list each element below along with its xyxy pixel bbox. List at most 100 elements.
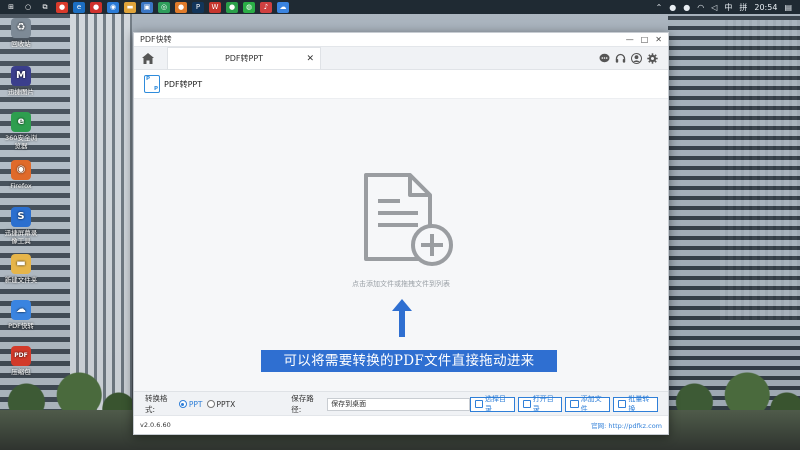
desktop-icon-label: 迅捷屏幕录像工具 [4,229,38,245]
file-drop-zone[interactable]: 点击添加文件或拖拽文件到列表 可以将需要转换的PDF文件直接拖动进来 [134,99,668,391]
desktop-icon[interactable]: S 迅捷屏幕录像工具 [2,207,40,245]
batch-convert-label: 批量转换 [628,395,650,413]
folder-select-icon [474,400,483,408]
convert-icon [618,400,627,408]
desktop-app-icon: ◉ [11,160,31,180]
app-wechat-icon[interactable]: ◍ [243,1,255,13]
taskbar: ⊞ ○ ⧉ ● e ● ◉ ▬ ▣ ◎ ● P W ● ◍ ♪ ☁ ⌃ ● ● ◠ ◁ 中 拼 20:54 ▤ [0,0,800,14]
tray-chevron-icon[interactable]: ⌃ [656,3,663,12]
pdf-icon-letter-top: P [146,76,151,82]
instruction-banner: 可以将需要转换的PDF文件直接拖动进来 [261,350,557,372]
desktop-app-icon: M [11,66,31,86]
app-music-icon[interactable]: ♪ [260,1,272,13]
options-bar: 转换格式: PPT PPTX 保存路径: 保存到桌面 选择目录 打开目录 添加文… [134,391,668,416]
search-icon[interactable]: ○ [22,1,34,13]
taskview-icon[interactable]: ⧉ [39,1,51,13]
tab-pdf-to-ppt[interactable]: PDF转PPT ✕ [167,47,321,69]
user-icon[interactable] [631,52,642,64]
maximize-button[interactable]: □ [641,35,649,44]
desktop-app-icon: e [11,112,31,132]
app-window: PDF快转 — □ ✕ PDF转PPT ✕ P P PDF转PPT 点击添加文件… [133,32,669,435]
gear-icon[interactable] [647,52,658,64]
app-wps-icon[interactable]: W [209,1,221,13]
app-red-icon[interactable]: ● [56,1,68,13]
desktop-app-icon: S [11,207,31,227]
desktop-icon[interactable]: e 360安全浏览器 [2,112,40,150]
format-label-pptx: PPTX [216,399,236,409]
desktop-icon[interactable]: ☁ PDF快转 [2,300,40,330]
tool-header: P P PDF转PPT [134,70,668,99]
tray-ime[interactable]: 中 [724,2,732,13]
tab-bar: PDF转PPT ✕ [134,47,668,70]
toolbar-icons [599,47,668,69]
desktop-icon-label: PDF快转 [8,322,34,330]
desktop-icon[interactable]: ▬ 新建文件夹 [2,254,40,284]
window-titlebar[interactable]: PDF快转 — □ ✕ [134,33,668,47]
website-label: 官网: [591,422,607,430]
app-green-icon[interactable]: ● [226,1,238,13]
pdf-icon-letter-bottom: P [153,86,158,92]
choose-folder-button[interactable]: 选择目录 [469,395,515,413]
website-url: http://pdfkz.com [608,422,662,430]
batch-convert-button[interactable]: 批量转换 [613,395,659,413]
plus-icon [570,400,579,408]
tray-wifi-icon[interactable]: ◠ [697,3,704,12]
app-store-icon[interactable]: ▣ [141,1,153,13]
open-folder-button[interactable]: 打开目录 [517,395,563,413]
save-path-label: 保存路径: [291,394,314,414]
tray-app-icon-2[interactable]: ● [683,3,690,12]
home-button[interactable] [134,47,162,69]
app-chrome-icon[interactable]: ◎ [158,1,170,13]
choose-folder-label: 选择目录 [484,395,506,413]
format-radio-pptx[interactable]: PPTX [206,399,236,409]
save-path-input[interactable]: 保存到桌面 [327,397,470,411]
add-file-button[interactable]: 添加文件 [565,395,611,413]
app-orange-icon[interactable]: ● [175,1,187,13]
desktop-icon[interactable]: M 迅捷图片 [2,66,40,96]
tray-clock[interactable]: 20:54 [754,3,777,12]
desktop-icon[interactable]: ◉ Firefox [2,160,40,190]
format-radio-ppt[interactable]: PPT [178,399,203,409]
app-browser-icon[interactable]: ◉ [107,1,119,13]
desktop-icon[interactable]: PDF 压缩包 [2,346,40,376]
format-label-ppt: PPT [188,399,203,409]
system-tray: ⌃ ● ● ◠ ◁ 中 拼 20:54 ▤ [656,2,800,13]
status-bar: v2.0.6.60 官网: http://pdfkz.com [134,415,668,434]
desktop-icon-label: 360安全浏览器 [5,134,37,150]
pdf-to-ppt-icon: P P [144,75,160,93]
tab-label: PDF转PPT [224,54,264,63]
desktop-app-icon: ♻ [11,18,31,38]
close-button[interactable]: ✕ [655,35,662,44]
window-title: PDF快转 [140,35,172,44]
desktop-app-icon: ▬ [11,254,31,274]
desktop-app-icon: ☁ [11,300,31,320]
start-icon[interactable]: ⊞ [5,1,17,13]
tool-title: PDF转PPT [164,79,203,89]
app-ps-icon[interactable]: P [192,1,204,13]
tray-app-icon[interactable]: ● [669,3,676,12]
desktop-icon-label: 迅捷图片 [8,88,34,96]
drop-zone-hint: 点击添加文件或拖拽文件到列表 [352,280,450,288]
app-folder-icon[interactable]: ▬ [124,1,136,13]
headset-icon[interactable] [615,53,626,64]
website-link[interactable]: 官网: http://pdfkz.com [591,420,662,430]
desktop-icon[interactable]: ♻ 回收站 [2,18,40,48]
format-label: 转换格式: [145,394,168,414]
home-icon [142,52,154,64]
desktop-icon-label: Firefox [10,182,32,190]
tray-notify-icon[interactable]: ▤ [784,3,792,12]
arrow-up-icon [392,299,412,337]
desktop-app-icon: PDF [11,346,31,366]
app-pdfkz-icon[interactable]: ☁ [277,1,289,13]
app-edge-icon[interactable]: e [73,1,85,13]
add-file-icon[interactable] [362,171,454,267]
folder-open-icon [522,400,531,408]
chat-icon[interactable] [599,53,610,64]
minimize-button[interactable]: — [626,35,634,44]
app-baidu-icon[interactable]: ● [90,1,102,13]
tray-volume-icon[interactable]: ◁ [711,3,717,12]
version-text: v2.0.6.60 [140,421,171,429]
tab-close-icon[interactable]: ✕ [306,54,314,64]
open-folder-label: 打开目录 [532,395,554,413]
tray-lang[interactable]: 拼 [739,2,747,13]
